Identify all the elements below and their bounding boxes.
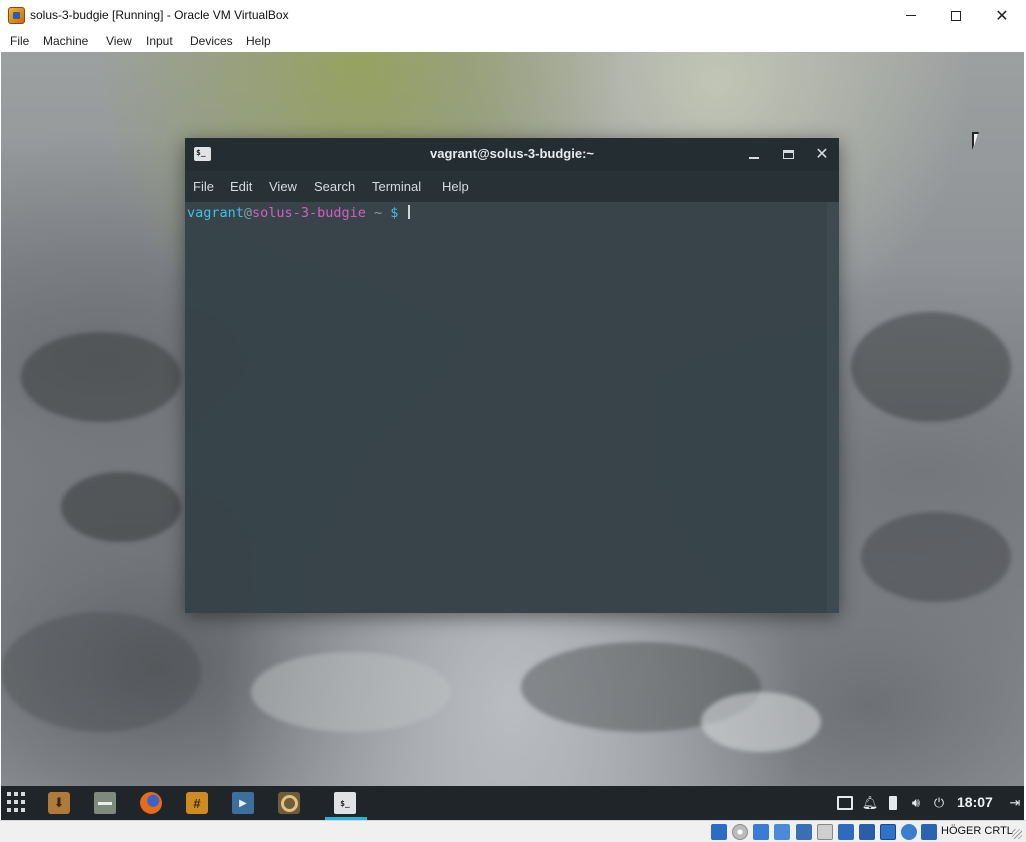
mouse-integration-icon[interactable]	[921, 824, 937, 840]
display-icon[interactable]	[838, 824, 854, 840]
host-menu-help[interactable]: Help	[246, 34, 271, 48]
host-menu-input[interactable]: Input	[146, 34, 173, 48]
minimize-icon	[749, 157, 759, 159]
text-cursor	[407, 205, 410, 219]
usb-icon[interactable]	[796, 824, 812, 840]
terminal-menu-edit[interactable]: Edit	[230, 179, 252, 194]
terminal-maximize-button[interactable]	[780, 146, 796, 162]
close-icon: ✕	[815, 146, 829, 163]
terminal-menu-search[interactable]: Search	[314, 179, 355, 194]
prompt-user: vagrant	[187, 205, 244, 221]
minimize-icon	[906, 15, 916, 16]
video-player-icon[interactable]	[232, 792, 254, 814]
wallpaper-rock	[701, 692, 821, 752]
maximize-icon	[951, 10, 961, 21]
hard-disk-icon[interactable]	[711, 824, 727, 840]
optical-drive-icon[interactable]	[732, 824, 748, 840]
host-menu-machine[interactable]: Machine	[43, 34, 88, 48]
logout-icon[interactable]: ⇥	[1007, 795, 1023, 811]
display-icon[interactable]	[837, 795, 853, 811]
video-capture-icon[interactable]	[859, 824, 875, 840]
audio-player-icon[interactable]	[278, 792, 300, 814]
wallpaper-rock	[61, 472, 181, 542]
terminal-minimize-button[interactable]	[746, 146, 762, 162]
notification-bell-icon[interactable]: 🔔︎	[862, 795, 879, 811]
host-key-label: HÖGER CRTL	[941, 825, 1013, 837]
battery-icon[interactable]	[885, 795, 901, 811]
mouse-pointer-icon	[972, 132, 986, 150]
terminal-titlebar[interactable]: $_ vagrant@solus-3-budgie:~ ✕	[185, 138, 839, 171]
audio-icon[interactable]	[753, 824, 769, 840]
virtualbox-icon	[8, 7, 25, 24]
hexchat-icon[interactable]: #	[186, 792, 208, 814]
terminal-title: vagrant@solus-3-budgie:~	[429, 146, 594, 161]
software-center-icon[interactable]	[48, 792, 70, 814]
host-titlebar: solus-3-budgie [Running] - Oracle VM Vir…	[0, 0, 1026, 31]
terminal-window[interactable]: $_ vagrant@solus-3-budgie:~ ✕ File Edit …	[185, 138, 839, 613]
host-status-bar: HÖGER CRTL	[0, 820, 1026, 842]
network-icon[interactable]	[774, 824, 790, 840]
resize-grip[interactable]	[1012, 829, 1022, 839]
wallpaper-rock	[251, 652, 451, 732]
wallpaper-rock	[851, 312, 1011, 422]
prompt-at: @	[243, 205, 253, 221]
shared-folders-icon[interactable]	[817, 824, 833, 840]
clock[interactable]: 18:07	[957, 794, 993, 810]
shell-prompt: vagrant@solus-3-budgie ~ $	[187, 205, 410, 221]
host-menu-file[interactable]: File	[10, 34, 29, 48]
guest-desktop[interactable]: $_ vagrant@solus-3-budgie:~ ✕ File Edit …	[1, 52, 1024, 820]
terminal-output[interactable]: vagrant@solus-3-budgie ~ $	[185, 202, 827, 613]
close-icon: ✕	[995, 7, 1009, 25]
host-menu-devices[interactable]: Devices	[190, 34, 233, 48]
volume-icon[interactable]: 🔊︎	[908, 795, 924, 811]
power-icon[interactable]: ⏻	[931, 795, 947, 811]
terminal-menu-file[interactable]: File	[193, 179, 214, 194]
terminal-menu-view[interactable]: View	[269, 179, 297, 194]
budgie-panel: # $_ 🔔︎ 🔊︎ ⏻ 18:07 ⇥	[1, 786, 1024, 820]
prompt-symbol: $	[390, 205, 399, 221]
maximize-icon	[782, 149, 794, 159]
firefox-icon[interactable]	[140, 792, 162, 814]
apps-grid-icon[interactable]	[6, 792, 26, 812]
terminal-scrollbar[interactable]	[827, 202, 839, 613]
terminal-close-button[interactable]: ✕	[814, 146, 830, 163]
host-menubar: File Machine View Input Devices Help	[0, 31, 1026, 52]
cpu-icon[interactable]	[901, 824, 917, 840]
host-maximize-button[interactable]	[933, 0, 979, 31]
wallpaper-rock	[1, 612, 201, 732]
terminal-menu-terminal[interactable]: Terminal	[372, 179, 421, 194]
files-icon[interactable]	[94, 792, 116, 814]
terminal-menu-help[interactable]: Help	[442, 179, 469, 194]
wallpaper-rock	[861, 512, 1011, 602]
host-close-button[interactable]: ✕	[979, 0, 1025, 31]
prompt-host: solus-3-budgie	[252, 205, 366, 221]
host-window-title: solus-3-budgie [Running] - Oracle VM Vir…	[30, 8, 289, 22]
terminal-icon[interactable]: $_	[334, 792, 356, 814]
prompt-path: ~	[365, 205, 391, 221]
terminal-menubar: File Edit View Search Terminal Help	[185, 171, 839, 202]
host-menu-view[interactable]: View	[106, 34, 132, 48]
wallpaper-rock	[21, 332, 181, 422]
host-minimize-button[interactable]	[888, 0, 934, 31]
vrde-icon[interactable]	[880, 824, 896, 840]
